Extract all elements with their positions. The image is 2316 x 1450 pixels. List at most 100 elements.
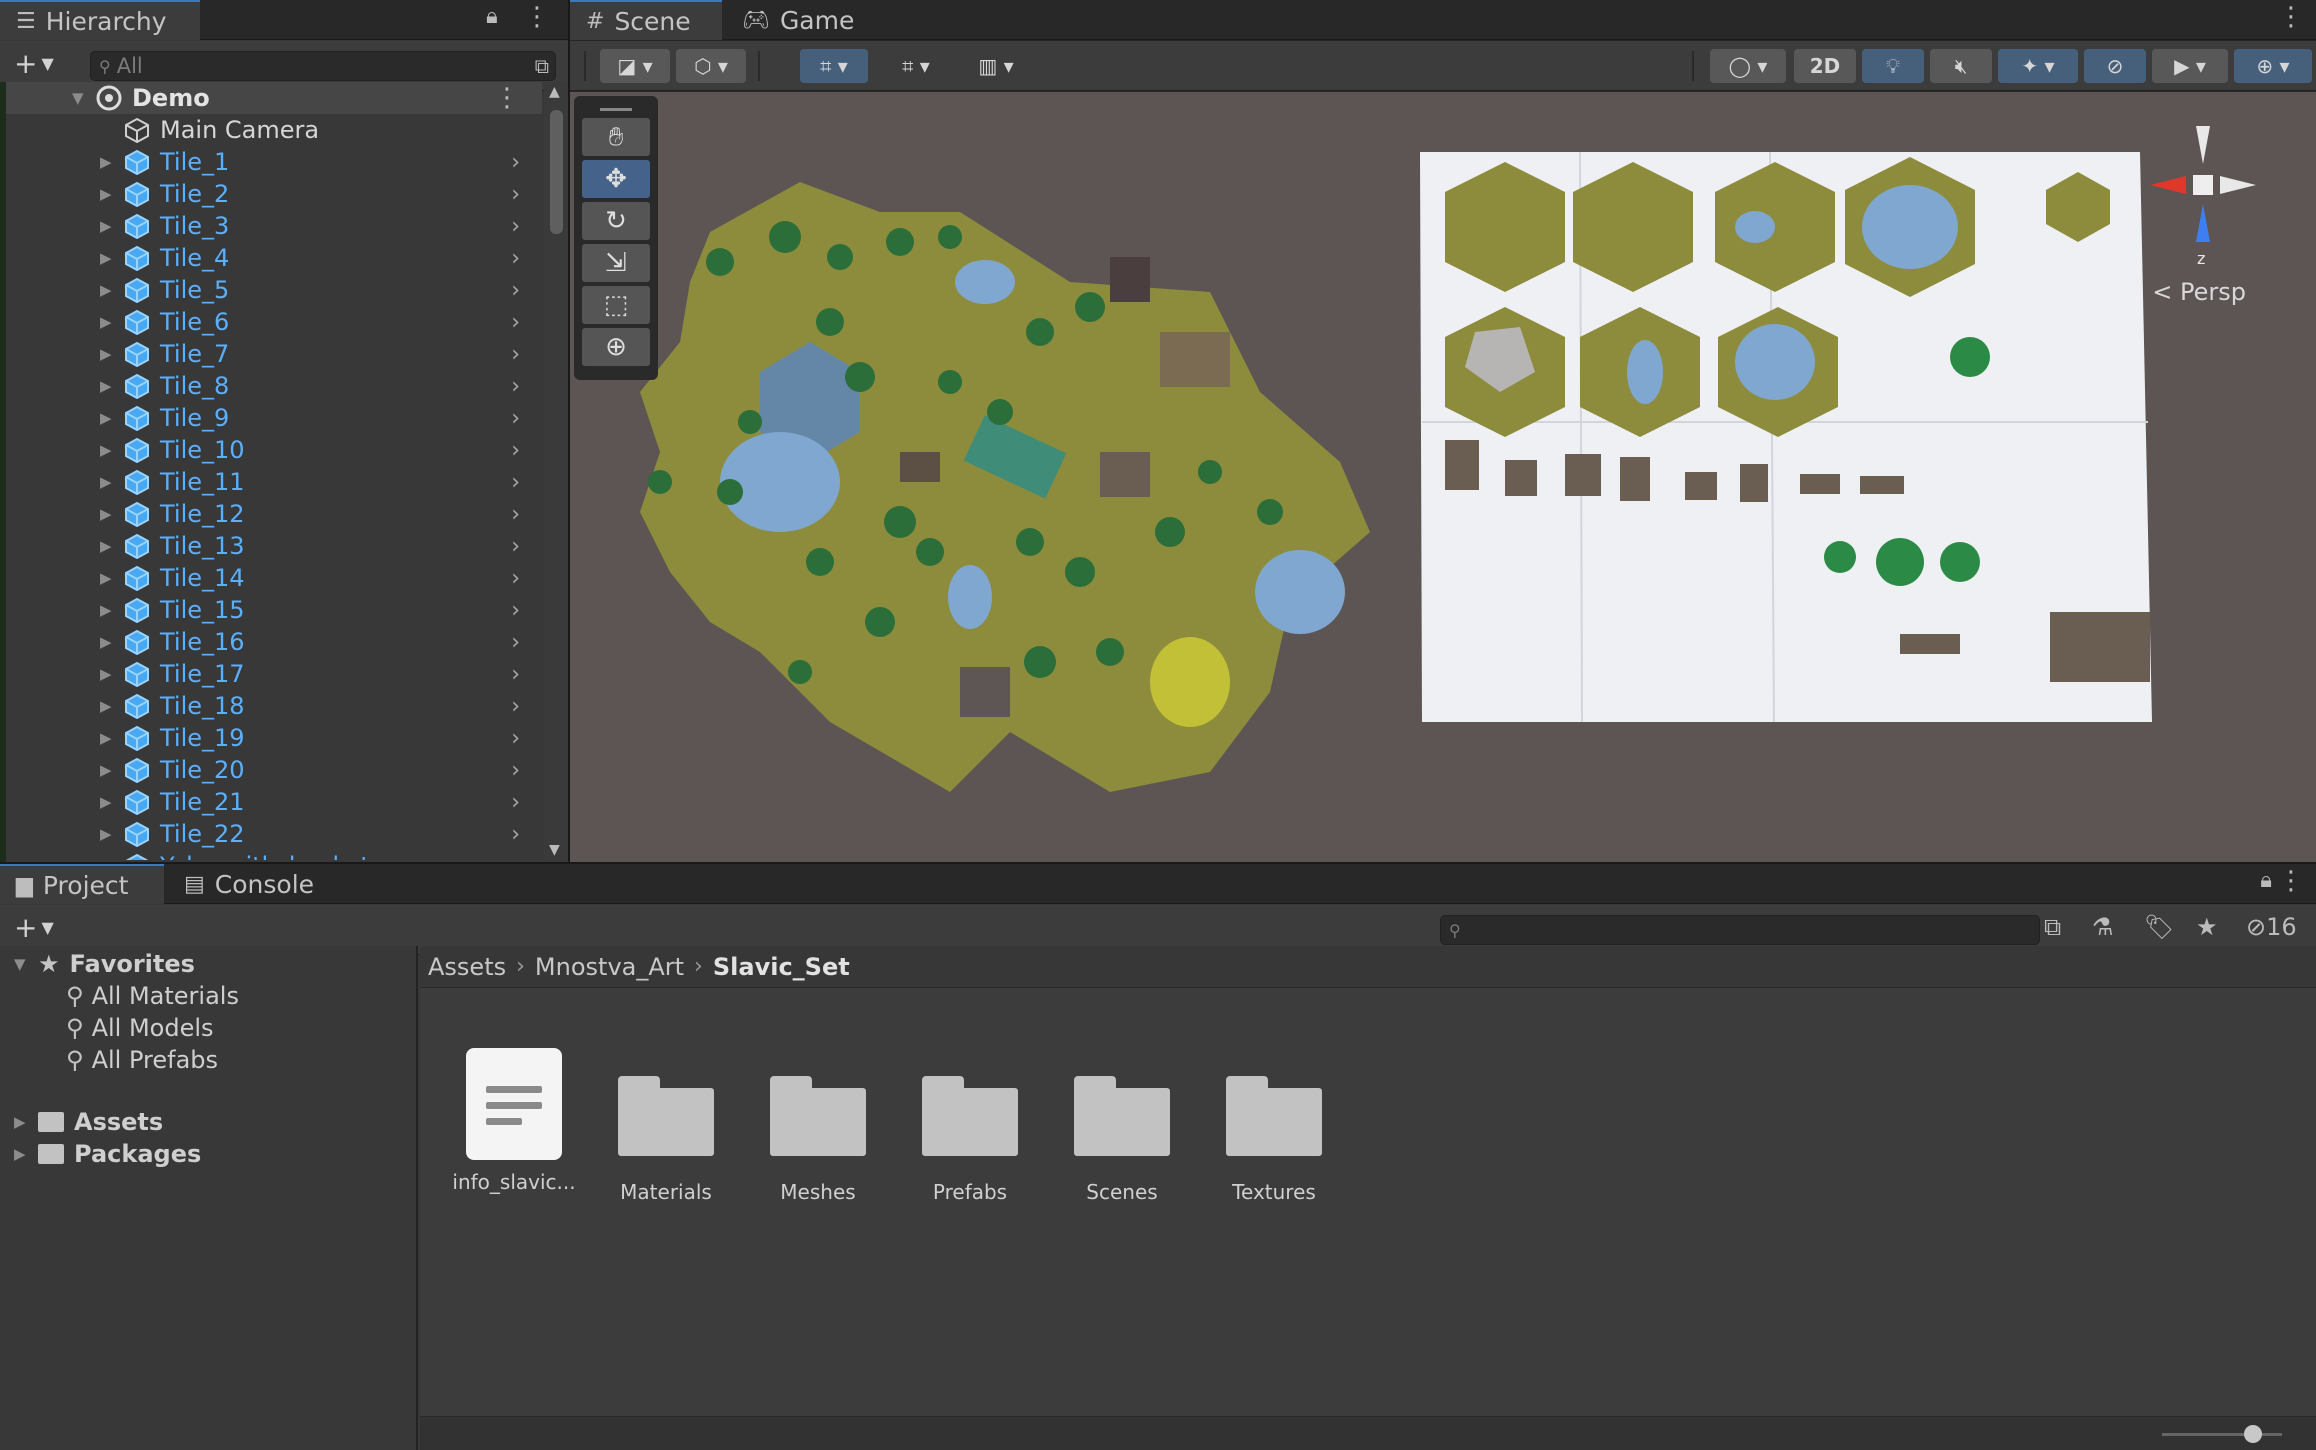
- open-prefab-chevron-icon[interactable]: ›: [511, 278, 520, 303]
- hierarchy-item-row[interactable]: ▶ Tile_13 ›: [0, 530, 542, 562]
- hierarchy-item-row[interactable]: ▶ Tile_3 ›: [0, 210, 542, 242]
- hierarchy-item-row[interactable]: ▶ Tile_9 ›: [0, 402, 542, 434]
- expand-arrow-icon[interactable]: ▶: [100, 729, 112, 747]
- filter-by-label-icon[interactable]: 🏷︎: [2144, 913, 2174, 941]
- hidden-packages-toggle[interactable]: ⊘16: [2246, 913, 2297, 941]
- hand-tool-button[interactable]: ✋︎: [582, 118, 650, 156]
- asset-folder-textures[interactable]: Textures: [1204, 1076, 1344, 1204]
- tree-assets-row[interactable]: ▶ Assets: [14, 1106, 163, 1138]
- toggle-2d-button[interactable]: 2D: [1794, 49, 1856, 83]
- open-prefab-chevron-icon[interactable]: ›: [511, 342, 520, 367]
- favorites-row[interactable]: ▼ ★ Favorites: [14, 948, 195, 980]
- orientation-gizmo[interactable]: z: [2150, 126, 2256, 268]
- scrollbar-thumb[interactable]: [550, 110, 563, 234]
- open-prefab-chevron-icon[interactable]: ›: [511, 438, 520, 463]
- asset-folder-prefabs[interactable]: Prefabs: [900, 1076, 1040, 1204]
- create-asset-button[interactable]: + ▼: [14, 911, 54, 944]
- open-prefab-chevron-icon[interactable]: ›: [511, 502, 520, 527]
- shading-mode-dropdown[interactable]: ◯ ▾: [1710, 49, 1786, 83]
- lighting-toggle[interactable]: 💡︎: [1862, 49, 1924, 83]
- favorite-all-models[interactable]: ⚲ All Models: [66, 1012, 214, 1044]
- scene-viewport[interactable]: z ✋︎ ✥ ↻ ⇲ ⬚ ⊕ < Persp: [570, 92, 2316, 862]
- hierarchy-item-row[interactable]: ▶ Tile_4 ›: [0, 242, 542, 274]
- hierarchy-item-row[interactable]: ▶ Tile_7 ›: [0, 338, 542, 370]
- open-prefab-chevron-icon[interactable]: ›: [511, 758, 520, 783]
- open-prefab-chevron-icon[interactable]: ›: [511, 854, 520, 861]
- hierarchy-item-row[interactable]: ▶ Tile_5 ›: [0, 274, 542, 306]
- lock-icon[interactable]: 🔒︎: [486, 4, 498, 29]
- gizmos-dropdown[interactable]: ⊕ ▾: [2234, 49, 2312, 83]
- filter-by-type-icon[interactable]: ⚗: [2092, 913, 2114, 941]
- asset-folder-scenes[interactable]: Scenes: [1052, 1076, 1192, 1204]
- asset-folder-materials[interactable]: Materials: [596, 1076, 736, 1204]
- move-tool-button[interactable]: ✥: [582, 160, 650, 198]
- open-prefab-chevron-icon[interactable]: ›: [511, 150, 520, 175]
- expand-arrow-icon[interactable]: ▶: [100, 185, 112, 203]
- hierarchy-item-row[interactable]: ▶ Tile_8 ›: [0, 370, 542, 402]
- expand-arrow-icon[interactable]: ▶: [100, 537, 112, 555]
- favorite-star-icon[interactable]: ★: [2196, 913, 2218, 941]
- incremental-snap-toggle[interactable]: ⌗ ▾: [882, 49, 950, 83]
- project-search-input[interactable]: ⚲: [1440, 915, 2040, 945]
- effects-dropdown[interactable]: ✦ ▾: [1998, 49, 2078, 83]
- favorite-all-prefabs[interactable]: ⚲ All Prefabs: [66, 1044, 218, 1076]
- open-prefab-chevron-icon[interactable]: ›: [511, 694, 520, 719]
- expand-arrow-icon[interactable]: ▶: [100, 217, 112, 235]
- hierarchy-item-row[interactable]: ▶ Tile_11 ›: [0, 466, 542, 498]
- hierarchy-scrollbar[interactable]: ▲ ▼: [544, 82, 568, 860]
- open-prefab-chevron-icon[interactable]: ›: [511, 598, 520, 623]
- breadcrumb-item[interactable]: Assets: [428, 953, 506, 981]
- icon-size-slider-track[interactable]: [2162, 1433, 2282, 1436]
- hierarchy-item-row[interactable]: ▶ Tile_15 ›: [0, 594, 542, 626]
- tab-game[interactable]: 🎮︎ Game: [726, 0, 870, 40]
- rect-tool-button[interactable]: ⬚: [582, 286, 650, 324]
- tab-console[interactable]: ▤ Console: [168, 864, 330, 904]
- visibility-toggle[interactable]: ⊘: [2084, 49, 2146, 83]
- open-prefab-chevron-icon[interactable]: ›: [511, 662, 520, 687]
- tree-packages-row[interactable]: ▶ Packages: [14, 1138, 201, 1170]
- expand-arrow-icon[interactable]: ▶: [14, 1113, 38, 1131]
- expand-arrow-icon[interactable]: ▶: [100, 697, 112, 715]
- hierarchy-item-row[interactable]: ▶ Tile_17 ›: [0, 658, 542, 690]
- expand-arrow-icon[interactable]: ▶: [100, 313, 112, 331]
- open-prefab-chevron-icon[interactable]: ›: [511, 310, 520, 335]
- favorite-all-materials[interactable]: ⚲ All Materials: [66, 980, 239, 1012]
- tab-scene[interactable]: # Scene: [570, 0, 722, 40]
- hierarchy-root-row[interactable]: ▼ Demo ⋮: [0, 82, 542, 114]
- open-prefab-chevron-icon[interactable]: ›: [511, 214, 520, 239]
- open-prefab-chevron-icon[interactable]: ›: [511, 406, 520, 431]
- camera-settings-dropdown[interactable]: ▶ ▾: [2152, 49, 2228, 83]
- drag-handle[interactable]: [600, 108, 632, 111]
- hierarchy-item-row[interactable]: ▶ Tile_22 ›: [0, 818, 542, 850]
- search-mode-icon[interactable]: ⧉: [535, 54, 549, 78]
- open-prefab-chevron-icon[interactable]: ›: [511, 374, 520, 399]
- rotate-tool-button[interactable]: ↻: [582, 202, 650, 240]
- hierarchy-item-row[interactable]: ▶ Tile_1 ›: [0, 146, 542, 178]
- expand-arrow-icon[interactable]: ▶: [100, 473, 112, 491]
- asset-info-document[interactable]: info_slavic...: [444, 1048, 584, 1194]
- open-prefab-chevron-icon[interactable]: ›: [511, 726, 520, 751]
- open-prefab-chevron-icon[interactable]: ›: [511, 630, 520, 655]
- open-prefab-chevron-icon[interactable]: ›: [511, 182, 520, 207]
- hierarchy-item-row[interactable]: ▶ Tile_16 ›: [0, 626, 542, 658]
- expand-arrow-icon[interactable]: ▶: [100, 409, 112, 427]
- open-prefab-chevron-icon[interactable]: ›: [511, 790, 520, 815]
- open-prefab-chevron-icon[interactable]: ›: [511, 534, 520, 559]
- kebab-menu-icon[interactable]: ⋮: [2278, 2, 2304, 32]
- hierarchy-item-row[interactable]: ▶ Tile_14 ›: [0, 562, 542, 594]
- expand-arrow-icon[interactable]: ▶: [100, 569, 112, 587]
- hierarchy-item-row[interactable]: ▶ Yoke_with_buckets ›: [0, 850, 542, 860]
- hierarchy-item-row[interactable]: ▶ Tile_12 ›: [0, 498, 542, 530]
- expand-arrow-icon[interactable]: ▶: [100, 633, 112, 651]
- tab-hierarchy[interactable]: ☰ Hierarchy: [0, 0, 200, 40]
- open-prefab-chevron-icon[interactable]: ›: [511, 566, 520, 591]
- expand-arrow-icon[interactable]: ▶: [100, 377, 112, 395]
- hierarchy-search-input[interactable]: ⚲ All ⧉: [90, 51, 556, 81]
- breadcrumb-item[interactable]: Mnostva_Art: [535, 953, 684, 981]
- expand-arrow-icon[interactable]: ▶: [100, 505, 112, 523]
- kebab-menu-icon[interactable]: ⋮: [2278, 866, 2304, 896]
- tab-project[interactable]: ▆ Project: [0, 864, 164, 904]
- hierarchy-item-row[interactable]: ▶ Tile_20 ›: [0, 754, 542, 786]
- expand-arrow-icon[interactable]: ▶: [100, 761, 112, 779]
- expand-arrow-icon[interactable]: ▶: [100, 857, 112, 860]
